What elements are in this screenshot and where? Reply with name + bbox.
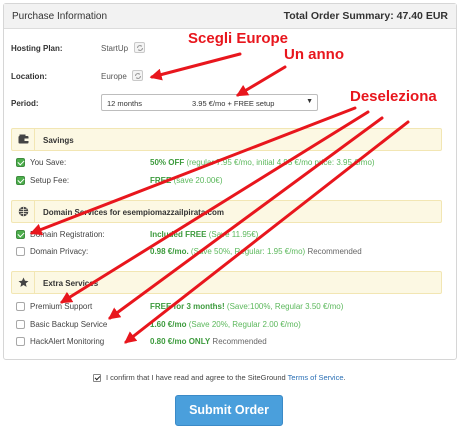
hackalert-price: 0.80 €/mo ONLY Recommended: [150, 337, 267, 346]
extra-title: Extra Services: [43, 279, 99, 288]
refresh-icon: [137, 45, 143, 51]
setup-fee-checkbox[interactable]: [16, 176, 25, 185]
you-save-checkbox[interactable]: [16, 158, 25, 167]
premium-support-price: FREE for 3 months! (Save:100%, Regular 3…: [150, 302, 344, 311]
basic-backup-checkbox[interactable]: [16, 320, 25, 329]
hackalert-label: HackAlert Monitoring: [30, 337, 105, 346]
location-label: Location:: [11, 72, 47, 81]
extra-icon-box: [12, 272, 35, 293]
hosting-plan-value: StartUp: [101, 44, 129, 53]
domain-icon-box: [12, 201, 35, 222]
refresh-icon: [135, 73, 141, 79]
savings-section-header: Savings: [11, 128, 442, 151]
domain-privacy-label: Domain Privacy:: [30, 247, 89, 256]
hosting-plan-change-button[interactable]: [134, 42, 145, 53]
period-label: Period:: [11, 99, 39, 108]
domain-registration-label: Domain Registration:: [30, 230, 105, 239]
hackalert-checkbox[interactable]: [16, 337, 25, 346]
location-change-button[interactable]: [132, 70, 143, 81]
domain-registration-price: Included FREE (Save 11.95€): [150, 230, 259, 239]
terms-checkbox[interactable]: [93, 374, 101, 382]
globe-icon: [18, 206, 29, 217]
you-save-label: You Save:: [30, 158, 67, 167]
domain-registration-checkbox[interactable]: [16, 230, 25, 239]
hosting-plan-label: Hosting Plan:: [11, 44, 63, 53]
submit-order-button[interactable]: Submit Order: [175, 395, 283, 426]
terms-text: I confirm that I have read and agree to …: [106, 373, 346, 382]
domain-privacy-price: 0.98 €/mo. (Save 50%, Regular: 1.95 €/mo…: [150, 247, 362, 256]
domain-title: Domain Services for esempiomazzailpirata…: [43, 208, 224, 217]
premium-support-label: Premium Support: [30, 302, 93, 311]
annotation-un-anno: Un anno: [284, 46, 344, 63]
period-selected-value: 12 months 3.95 €/mo + FREE setup: [107, 99, 275, 108]
premium-support-checkbox[interactable]: [16, 302, 25, 311]
wallet-icon: [18, 134, 29, 144]
terms-of-service-link[interactable]: Terms of Service: [288, 373, 344, 382]
basic-backup-price: 1.60 €/mo (Save 20%, Regular 2.00 €/mo): [150, 320, 301, 329]
annotation-deseleziona: Deseleziona: [350, 88, 437, 105]
annotation-scegli-europe: Scegli Europe: [188, 30, 289, 47]
star-icon: [18, 277, 29, 287]
location-value: Europe: [101, 72, 127, 81]
extra-section-header: Extra Services: [11, 271, 442, 294]
chevron-down-icon: ▼: [306, 98, 313, 105]
you-save-price: 50% OFF (regular 7.95 €/mo, initial 4.95…: [150, 158, 375, 167]
domain-privacy-checkbox[interactable]: [16, 247, 25, 256]
domain-section-header: Domain Services for esempiomazzailpirata…: [11, 200, 442, 223]
panel-title: Purchase Information: [12, 11, 108, 22]
period-select[interactable]: 12 months 3.95 €/mo + FREE setup ▼: [101, 94, 318, 111]
basic-backup-label: Basic Backup Service: [30, 320, 108, 329]
panel-header: Purchase Information Total Order Summary…: [4, 4, 456, 29]
setup-fee-label: Setup Fee:: [30, 176, 70, 185]
setup-fee-price: FREE (save 20.00€): [150, 176, 223, 185]
savings-title: Savings: [43, 136, 74, 145]
order-summary: Total Order Summary: 47.40 EUR: [283, 10, 448, 22]
savings-icon-box: [12, 129, 35, 150]
